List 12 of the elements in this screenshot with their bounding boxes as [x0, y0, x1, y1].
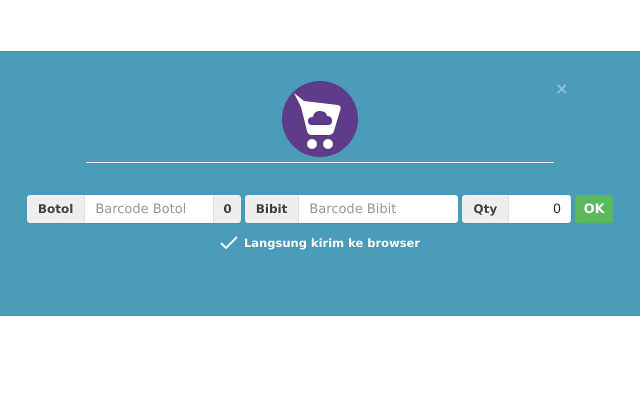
- field-label: Qty: [462, 195, 510, 223]
- count-label: 0: [213, 195, 241, 223]
- field-label: Bibit: [244, 195, 300, 223]
- input-field[interactable]: Barcode Botol: [85, 195, 214, 223]
- cart-logo-icon: [282, 81, 358, 157]
- field-label: Botol: [26, 195, 86, 223]
- checkbox-label: Langsung kirim ke browser: [244, 236, 420, 250]
- input-field[interactable]: 0: [509, 195, 572, 223]
- close-button[interactable]: ×: [555, 80, 568, 98]
- ok-button[interactable]: OK: [575, 195, 614, 223]
- checkbox[interactable]: [220, 236, 238, 250]
- input-field[interactable]: Barcode Bibit: [299, 195, 458, 223]
